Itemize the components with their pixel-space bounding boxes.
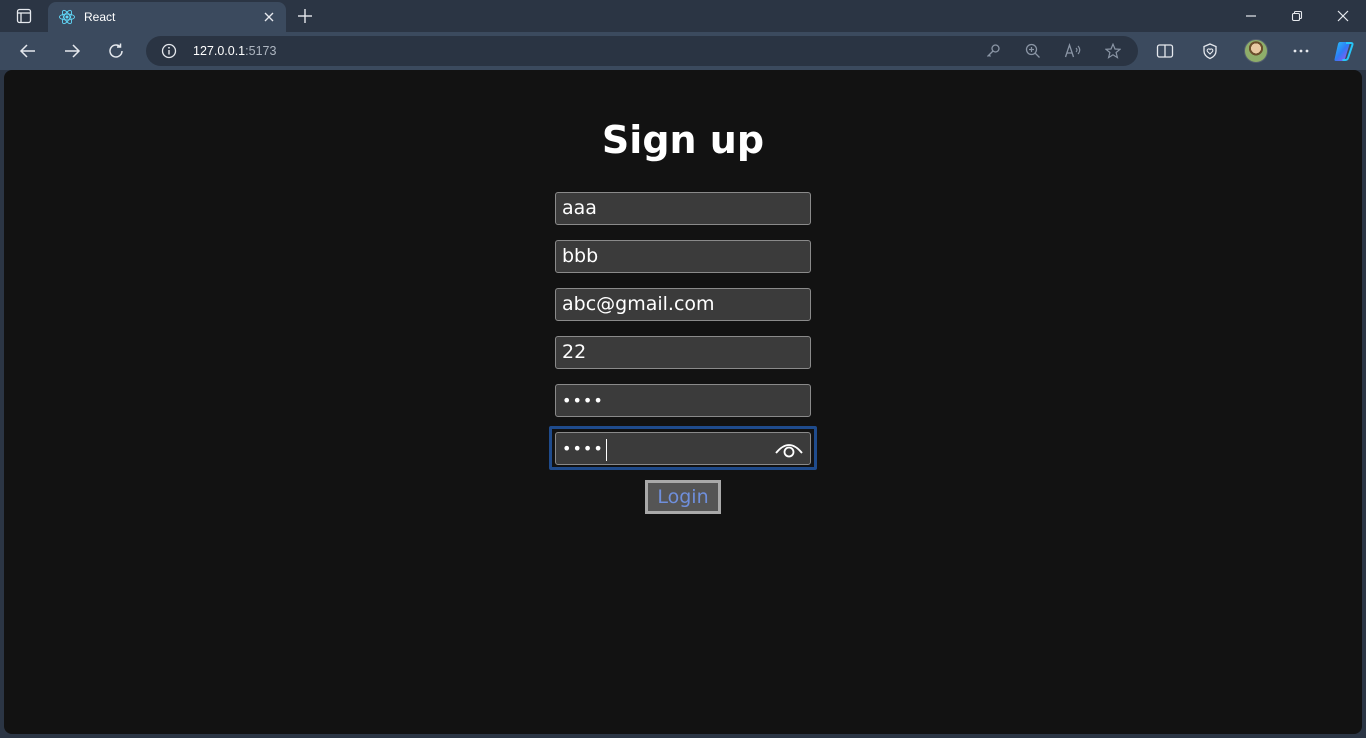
browser-essentials-button[interactable]	[1194, 36, 1226, 66]
page-title: Sign up	[601, 118, 765, 162]
url-text[interactable]: 127.0.0.1:5173	[193, 42, 276, 60]
more-menu-button[interactable]	[1285, 36, 1317, 66]
restore-button[interactable]	[1274, 0, 1320, 32]
url-port: :5173	[245, 44, 277, 58]
react-logo-icon	[58, 8, 76, 26]
ellipsis-icon	[1293, 49, 1309, 53]
tab-strip: React	[0, 0, 1366, 32]
arrow-right-icon	[65, 44, 81, 58]
tab-react[interactable]: React	[48, 2, 286, 32]
avatar	[1244, 39, 1268, 63]
refresh-button[interactable]	[100, 36, 132, 66]
tab-actions-button[interactable]	[8, 4, 40, 28]
confirm-password-value: ••••	[562, 439, 604, 458]
favorite-star-icon[interactable]	[1104, 42, 1122, 60]
plus-icon	[298, 9, 312, 23]
confirm-password-input[interactable]: ••••	[555, 432, 811, 465]
heart-shield-icon	[1203, 43, 1217, 60]
site-info-icon[interactable]	[160, 42, 178, 60]
zoom-icon[interactable]	[1024, 42, 1042, 60]
password-input[interactable]: ••••	[555, 384, 811, 417]
url-host: 127.0.0.1	[193, 44, 246, 58]
read-aloud-icon[interactable]	[1064, 42, 1082, 60]
copilot-icon	[1334, 42, 1354, 61]
split-screen-icon	[1156, 44, 1174, 58]
copilot-button[interactable]	[1328, 36, 1360, 66]
forward-button[interactable]	[56, 36, 88, 66]
new-tab-button[interactable]	[292, 4, 318, 28]
email-input[interactable]: abc@gmail.com	[555, 288, 811, 321]
minimize-button[interactable]	[1228, 0, 1274, 32]
browser-toolbar: 127.0.0.1:5173	[0, 32, 1366, 70]
show-password-eye-icon[interactable]	[774, 438, 804, 460]
tab-actions-icon	[16, 8, 32, 24]
profile-button[interactable]	[1240, 36, 1272, 66]
back-button[interactable]	[12, 36, 44, 66]
tab-title: React	[84, 10, 116, 24]
password-key-icon[interactable]	[984, 42, 1002, 60]
refresh-icon	[109, 43, 123, 58]
page-viewport: Sign up aaa bbb abc@gmail.com 22 •••• ••…	[4, 70, 1362, 734]
login-button[interactable]: Login	[645, 480, 721, 514]
close-window-button[interactable]	[1320, 0, 1366, 32]
arrow-left-icon	[19, 44, 35, 58]
restore-icon	[1291, 10, 1303, 22]
split-screen-button[interactable]	[1149, 36, 1181, 66]
close-icon	[1337, 10, 1349, 22]
address-bar[interactable]: 127.0.0.1:5173	[146, 36, 1138, 66]
first-name-input[interactable]: aaa	[555, 192, 811, 225]
tab-close-icon[interactable]	[260, 8, 278, 26]
age-input[interactable]: 22	[555, 336, 811, 369]
last-name-input[interactable]: bbb	[555, 240, 811, 273]
text-caret	[605, 438, 607, 461]
minimize-icon	[1246, 15, 1256, 17]
